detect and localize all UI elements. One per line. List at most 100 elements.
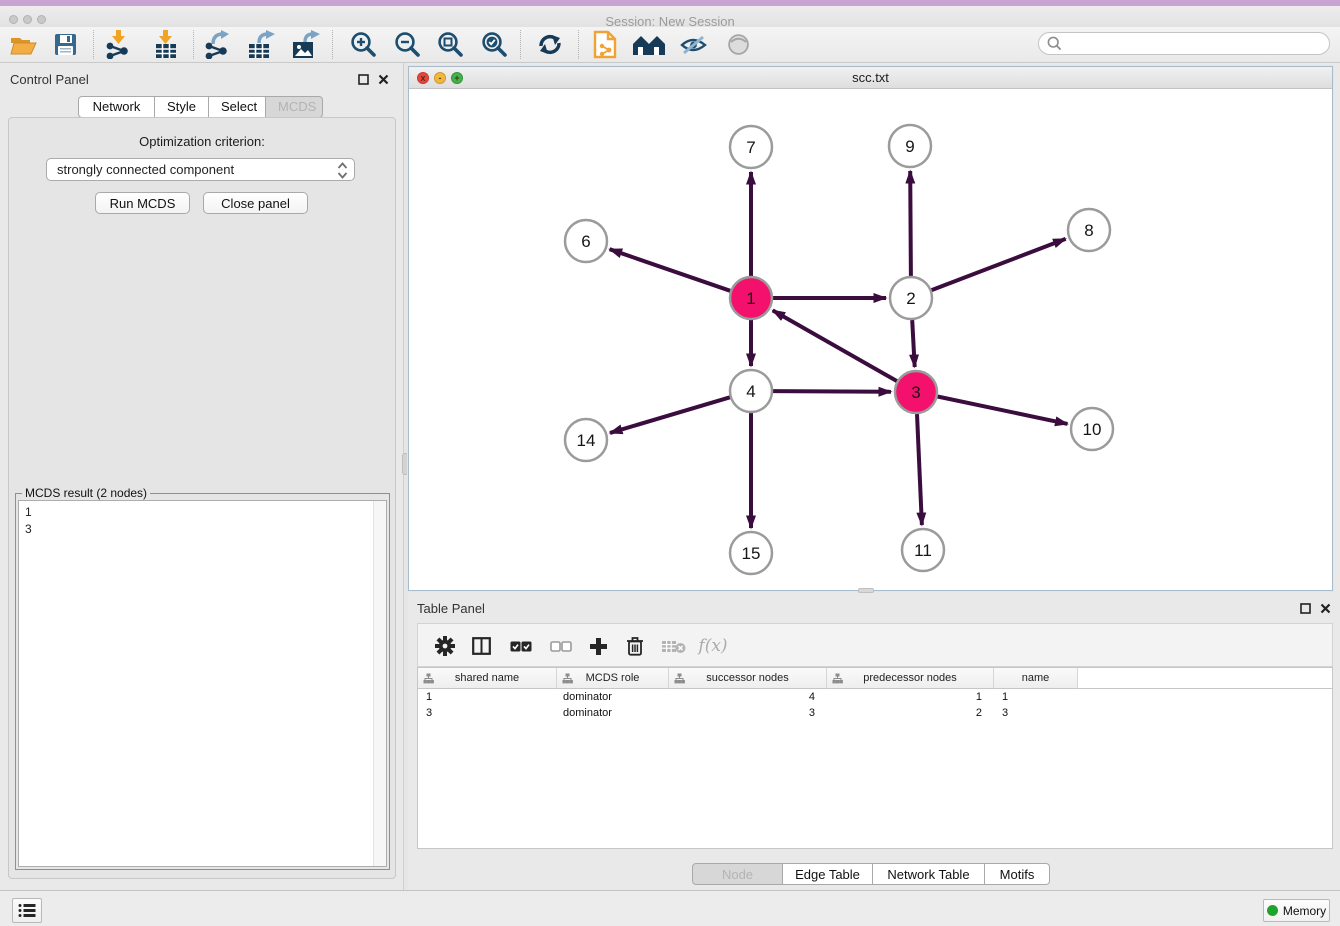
network-window-titlebar[interactable]: x - + scc.txt: [409, 67, 1332, 89]
graph-edge-2-8[interactable]: [932, 239, 1066, 290]
refresh-layout-button[interactable]: [532, 29, 568, 60]
memory-label: Memory: [1283, 904, 1326, 918]
graph-edge-2-3[interactable]: [912, 320, 915, 367]
control-panel-title: Control Panel: [10, 72, 89, 87]
delete-column-button[interactable]: [620, 633, 650, 659]
clone-network-button[interactable]: [587, 29, 623, 60]
graph-edge-3-11[interactable]: [917, 414, 922, 525]
toolbar-separator: [193, 30, 194, 59]
toolbar-separator: [578, 30, 579, 59]
zoom-selected-button[interactable]: [476, 29, 512, 60]
graph-node-11[interactable]: 11: [902, 529, 944, 571]
network-canvas[interactable]: 7 9 6 8 1 2 4 3 14 10 15 11: [409, 89, 1332, 590]
table-options-button[interactable]: [430, 633, 460, 659]
tab-select[interactable]: Select: [209, 96, 266, 118]
zoom-fit-button[interactable]: [432, 29, 468, 60]
tab-motifs[interactable]: Motifs: [985, 863, 1050, 885]
apply-function-button[interactable]: f(x): [698, 633, 728, 659]
zoom-out-button[interactable]: [389, 29, 425, 60]
table-row[interactable]: 1 dominator 4 1 1: [418, 689, 1332, 705]
clone-network-icon: [593, 30, 617, 59]
graph-node-7[interactable]: 7: [730, 126, 772, 168]
delete-table-button[interactable]: [658, 633, 688, 659]
sort-tree-icon: [423, 673, 434, 684]
open-session-button[interactable]: [5, 29, 41, 60]
select-stepper-icon: [337, 162, 348, 182]
network-resize-handle[interactable]: [858, 588, 874, 593]
save-floppy-icon: [54, 33, 77, 56]
table-panel-float-button[interactable]: [1300, 602, 1313, 615]
tab-edge-table[interactable]: Edge Table: [783, 863, 873, 885]
export-image-button[interactable]: [288, 29, 324, 60]
column-header-shared-name[interactable]: shared name: [418, 668, 557, 689]
graph-node-3[interactable]: 3: [895, 371, 937, 413]
cell-name: 3: [994, 705, 1078, 721]
import-network-button[interactable]: [100, 29, 136, 60]
graph-node-label: 7: [746, 138, 755, 157]
graph-edge-4-3[interactable]: [773, 391, 891, 392]
select-all-button[interactable]: [506, 633, 536, 659]
graph-edge-3-1[interactable]: [773, 310, 897, 381]
unchecked-boxes-icon: [550, 641, 572, 652]
graph-node-1[interactable]: 1: [730, 277, 772, 319]
home-view-button[interactable]: [631, 29, 667, 60]
graph-node-label: 8: [1084, 221, 1093, 240]
graph-node-15[interactable]: 15: [730, 532, 772, 574]
tab-network[interactable]: Network: [78, 96, 155, 118]
graph-node-10[interactable]: 10: [1071, 408, 1113, 450]
table-panel-close-button[interactable]: [1320, 602, 1333, 615]
main-toolbar: [0, 27, 1340, 63]
tab-style[interactable]: Style: [155, 96, 209, 118]
refresh-icon: [537, 32, 563, 57]
run-mcds-button[interactable]: Run MCDS: [95, 192, 190, 214]
tab-network-table[interactable]: Network Table: [873, 863, 985, 885]
sort-tree-icon: [832, 673, 843, 684]
search-input[interactable]: [1038, 32, 1330, 55]
export-network-button[interactable]: [200, 29, 236, 60]
optimization-criterion-select[interactable]: strongly connected component: [46, 158, 355, 181]
graph-node-9[interactable]: 9: [889, 125, 931, 167]
import-table-button[interactable]: [148, 29, 184, 60]
show-panels-button[interactable]: [12, 898, 42, 923]
export-table-button[interactable]: [244, 29, 280, 60]
control-panel-float-button[interactable]: [358, 73, 371, 86]
tab-node-table[interactable]: Node Table: [692, 863, 783, 885]
memory-button[interactable]: Memory: [1263, 899, 1330, 922]
graph-node-label: 4: [746, 382, 755, 401]
column-header-mcds-role[interactable]: MCDS role: [557, 668, 669, 689]
hide-selected-button[interactable]: [675, 29, 711, 60]
graph-node-14[interactable]: 14: [565, 419, 607, 461]
graph-edge-3-10[interactable]: [938, 397, 1068, 424]
trash-icon: [626, 636, 644, 656]
control-panel: Control Panel Network Style Select MCDS …: [0, 63, 403, 890]
mcds-result-scrollbar[interactable]: [373, 501, 386, 866]
graph-node-4[interactable]: 4: [730, 370, 772, 412]
deselect-all-button[interactable]: [546, 633, 576, 659]
tab-mcds[interactable]: MCDS: [266, 96, 323, 118]
graph-edge-2-9[interactable]: [910, 171, 911, 276]
graph-node-6[interactable]: 6: [565, 220, 607, 262]
status-bar: Memory: [0, 890, 1340, 926]
save-session-button[interactable]: [47, 29, 83, 60]
float-window-icon: [358, 74, 369, 85]
control-panel-close-button[interactable]: [378, 73, 391, 86]
graph-edge-1-6[interactable]: [610, 249, 731, 291]
graph-node-2[interactable]: 2: [890, 277, 932, 319]
graph-edge-4-14[interactable]: [610, 397, 730, 433]
cell-successor-nodes: 3: [669, 705, 827, 721]
zoom-in-button[interactable]: [345, 29, 381, 60]
function-icon: f(x): [698, 636, 727, 656]
show-hidden-button[interactable]: [720, 29, 756, 60]
mcds-result-box[interactable]: 1 3: [18, 500, 387, 867]
graph-node-8[interactable]: 8: [1068, 209, 1110, 251]
table-row[interactable]: 3 dominator 3 2 3: [418, 705, 1332, 721]
toggle-column-view-button[interactable]: [466, 633, 496, 659]
add-column-button[interactable]: [583, 633, 613, 659]
column-header-successor-nodes[interactable]: successor nodes: [669, 668, 827, 689]
cell-mcds-role: dominator: [557, 689, 669, 705]
zoom-in-icon: [350, 31, 377, 58]
close-panel-button[interactable]: Close panel: [203, 192, 308, 214]
column-header-name[interactable]: name: [994, 668, 1078, 689]
column-header-predecessor-nodes[interactable]: predecessor nodes: [827, 668, 994, 689]
export-table-icon: [247, 30, 277, 59]
